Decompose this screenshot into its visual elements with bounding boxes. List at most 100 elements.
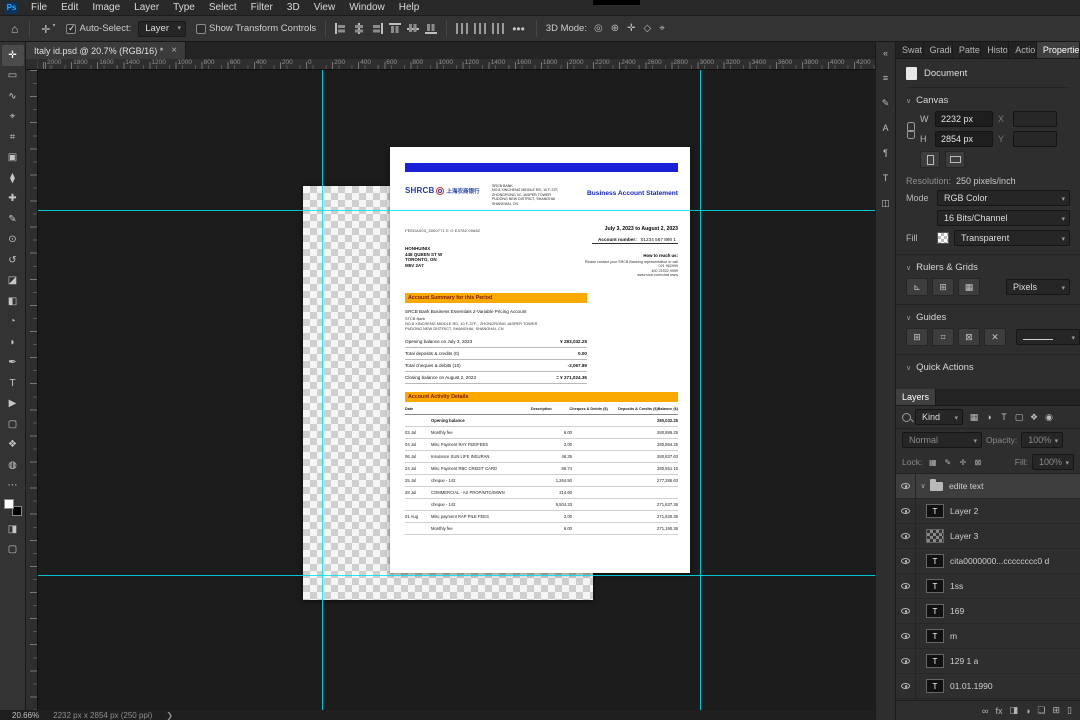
- align-top-icon[interactable]: [389, 23, 402, 34]
- healing-brush-tool[interactable]: ✚: [2, 189, 24, 210]
- guide-style-dropdown[interactable]: [1016, 329, 1080, 345]
- menu-item[interactable]: Select: [202, 0, 244, 16]
- menu-item[interactable]: Image: [85, 0, 127, 16]
- zoom-tool[interactable]: ◍: [2, 455, 24, 476]
- panel-tab[interactable]: Patte: [953, 42, 982, 58]
- filter-type-layers-icon[interactable]: T: [997, 410, 1011, 424]
- 3d-slide-icon[interactable]: ◇: [640, 23, 656, 34]
- more-options-icon[interactable]: •••: [507, 22, 530, 36]
- lock-transparency-icon[interactable]: ▦: [926, 456, 939, 468]
- panel-tab[interactable]: Swat: [896, 42, 924, 58]
- visibility-toggle[interactable]: [896, 549, 916, 573]
- home-icon[interactable]: [6, 22, 23, 36]
- layer-name[interactable]: Layer 2: [950, 506, 978, 516]
- tab-layers[interactable]: Layers: [896, 389, 937, 405]
- tab-close-icon[interactable]: ×: [171, 45, 177, 56]
- guide-layout-icon[interactable]: ⌗: [932, 328, 954, 346]
- canvas-area[interactable]: SHRCB 上海农商银行 SRCB BANK NO.8 XINCHENG MIDD…: [38, 70, 875, 710]
- layer-thumbnail[interactable]: [930, 479, 943, 491]
- move-tool-preset-icon[interactable]: [36, 22, 60, 36]
- canvas-section-header[interactable]: Canvas: [906, 95, 1070, 106]
- visibility-toggle[interactable]: [896, 649, 916, 673]
- align-right-icon[interactable]: [371, 23, 384, 34]
- layer-row[interactable]: T cita0000000...cccccccc0 d: [896, 549, 1080, 574]
- quick-actions-section-header[interactable]: Quick Actions: [906, 362, 1070, 373]
- show-transform-checkbox[interactable]: [196, 23, 206, 34]
- layer-name[interactable]: 169: [950, 606, 964, 616]
- layer-mask-icon[interactable]: ◨: [1009, 705, 1018, 716]
- layer-name[interactable]: 01.01.1990: [950, 681, 993, 691]
- guide-horizontal[interactable]: [38, 210, 875, 211]
- history-brush-tool[interactable]: ↺: [2, 250, 24, 271]
- filter-smart-objects-icon[interactable]: ❖: [1027, 410, 1041, 424]
- height-field[interactable]: 2854 px: [935, 131, 993, 147]
- layer-name[interactable]: Layer 3: [950, 531, 978, 541]
- status-chevron-icon[interactable]: ❯: [166, 711, 173, 720]
- 3d-scale-icon[interactable]: ⌖: [655, 23, 669, 34]
- adjustment-layer-icon[interactable]: ◑: [1025, 706, 1030, 716]
- layer-thumbnail[interactable]: [926, 529, 944, 543]
- distribute-vertical-icon[interactable]: [474, 23, 487, 34]
- layer-row[interactable]: T m: [896, 624, 1080, 649]
- lock-guides-icon[interactable]: ⊠: [958, 328, 980, 346]
- align-bottom-icon[interactable]: [425, 23, 438, 34]
- lock-pixels-icon[interactable]: ✎: [941, 456, 954, 468]
- hand-tool[interactable]: ❖: [2, 435, 24, 456]
- dodge-tool[interactable]: ◗: [2, 332, 24, 353]
- brush-settings-icon[interactable]: ✎: [878, 96, 894, 110]
- auto-select-checkbox[interactable]: [66, 23, 77, 34]
- ruler-horizontal[interactable]: 2000 1800 1600 1400 1200 1000 800 600 400 200 0 200…: [38, 59, 875, 70]
- visibility-toggle[interactable]: [896, 524, 916, 548]
- adjustments-icon[interactable]: ≡: [878, 71, 894, 85]
- delete-layer-icon[interactable]: ▯: [1067, 705, 1072, 716]
- snap-grid-icon[interactable]: ▦: [958, 278, 980, 296]
- blend-mode-dropdown[interactable]: Normal: [902, 432, 982, 448]
- visibility-toggle[interactable]: [896, 474, 916, 498]
- 3d-pan-icon[interactable]: ✛: [623, 23, 639, 34]
- menu-item[interactable]: Layer: [127, 0, 166, 16]
- visibility-toggle[interactable]: [896, 624, 916, 648]
- foreground-color-swatch[interactable]: [3, 499, 14, 509]
- rulers-grids-section-header[interactable]: Rulers & Grids: [906, 262, 1070, 273]
- layer-effects-icon[interactable]: fx: [995, 706, 1002, 716]
- fill-dropdown[interactable]: Transparent: [954, 230, 1070, 246]
- layer-row[interactable]: Layer 3: [896, 524, 1080, 549]
- layers-fill-dropdown[interactable]: 100%: [1032, 454, 1074, 470]
- opacity-dropdown[interactable]: 100%: [1021, 432, 1064, 448]
- layer-filter-dropdown[interactable]: Kind: [915, 409, 963, 425]
- landscape-orientation-button[interactable]: [945, 151, 965, 168]
- distribute-horizontal-icon[interactable]: [456, 23, 469, 34]
- collapse-panels-icon[interactable]: «: [878, 46, 894, 60]
- auto-select-target-dropdown[interactable]: Layer: [138, 20, 186, 37]
- link-dimensions-icon[interactable]: [907, 122, 915, 139]
- visibility-toggle[interactable]: [896, 599, 916, 623]
- align-middle-icon[interactable]: [407, 23, 420, 34]
- panel-tab[interactable]: Histo: [981, 42, 1010, 58]
- layer-row[interactable]: ∨ edite text: [896, 474, 1080, 499]
- guides-section-header[interactable]: Guides: [906, 312, 1070, 323]
- object-selection-tool[interactable]: ⌖: [2, 107, 24, 128]
- screen-mode-icon[interactable]: ▢: [2, 540, 24, 561]
- layer-thumbnail[interactable]: T: [926, 629, 944, 643]
- menu-item[interactable]: Edit: [54, 0, 85, 16]
- clone-stamp-tool[interactable]: ⊙: [2, 230, 24, 251]
- quick-mask-icon[interactable]: ◨: [2, 519, 24, 540]
- guide-vertical[interactable]: [700, 70, 701, 710]
- color-mode-dropdown[interactable]: RGB Color: [937, 190, 1070, 206]
- layer-row[interactable]: T 129 1 a: [896, 649, 1080, 674]
- menu-item[interactable]: View: [307, 0, 343, 16]
- lasso-tool[interactable]: ∿: [2, 86, 24, 107]
- layer-name[interactable]: 1ss: [950, 581, 963, 591]
- new-group-icon[interactable]: ❏: [1037, 705, 1045, 716]
- layer-thumbnail[interactable]: T: [926, 604, 944, 618]
- layer-row[interactable]: T 01.01.1990: [896, 674, 1080, 699]
- lock-position-icon[interactable]: ✛: [956, 456, 969, 468]
- align-left-icon[interactable]: [335, 23, 347, 34]
- document-tab[interactable]: Italy id.psd @ 20.7% (RGB/16) * ×: [26, 42, 187, 59]
- paragraph-panel-icon[interactable]: ¶: [878, 146, 894, 160]
- ruler-vertical[interactable]: [26, 70, 38, 710]
- align-center-icon[interactable]: [353, 23, 365, 34]
- link-layers-icon[interactable]: ∞: [982, 706, 988, 716]
- layer-name[interactable]: m: [950, 631, 957, 641]
- zoom-level[interactable]: 20.66%: [12, 711, 39, 720]
